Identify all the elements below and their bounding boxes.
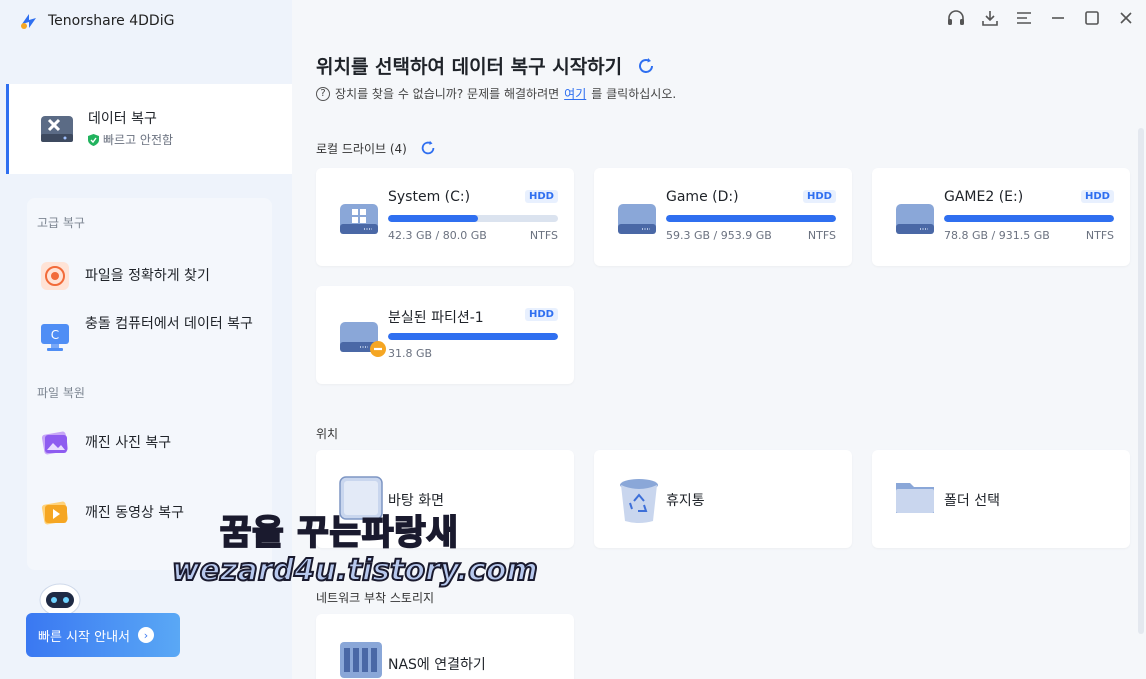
drive-filesystem: NTFS [529, 229, 558, 242]
refresh-icon[interactable] [419, 139, 437, 157]
drive-usage-bar [388, 215, 558, 222]
close-icon[interactable] [1116, 8, 1136, 28]
photo-repair-icon [41, 431, 69, 455]
shield-check-icon [88, 133, 99, 146]
nas-label: 네트워크 부착 스토리지 [316, 591, 435, 605]
drive-type-badge: HDD [1081, 190, 1114, 203]
sidebar-item-photo-repair[interactable]: 깨진 사진 복구 [27, 427, 272, 459]
drive-card-e[interactable]: GAME2 (E:) HDD 78.8 GB / 931.5 GB NTFS [872, 168, 1130, 266]
location-card-select-folder[interactable]: 폴더 선택 [872, 450, 1130, 548]
watermark-text: 꿈을 꾸는파랑새 [219, 512, 459, 554]
quick-start-button[interactable]: 빠른 시작 안내서 › [26, 613, 180, 657]
drive-card-lost-partition[interactable]: 분실된 파티션-1 HDD 31.8 GB [316, 286, 574, 384]
crashed-computer-icon: C [41, 324, 69, 351]
drive-usage-bar [944, 215, 1114, 222]
sidebar-item-data-recovery[interactable]: 데이터 복구 빠르고 안전함 [6, 84, 292, 174]
sidebar-item-crashed-pc[interactable]: C 충돌 컴퓨터에서 데이터 복구 [27, 313, 272, 359]
file-repair-label: 파일 복원 [37, 386, 85, 400]
app-title: Tenorshare 4DDiG [48, 13, 175, 29]
window-controls [946, 8, 1136, 28]
drive-type-badge: HDD [525, 190, 558, 203]
svg-text:C: C [51, 328, 59, 342]
drive-name: System (C:) [388, 189, 471, 205]
lost-partition-drive-icon [340, 322, 386, 357]
help-hint: ? 장치를 찾을 수 없습니까? 문제를 해결하려면 여기 를 클릭하십시오. [316, 85, 676, 102]
page-title: 위치를 선택하여 데이터 복구 시작하기 [316, 52, 656, 79]
menu-icon[interactable] [1014, 8, 1034, 28]
location-name: 휴지통 [666, 493, 705, 509]
app-brand: Tenorshare 4DDiG [18, 10, 174, 32]
watermark-url: wezard4u.tistory.com [171, 552, 539, 589]
drive-card-d[interactable]: Game (D:) HDD 59.3 GB / 953.9 GB NTFS [594, 168, 852, 266]
tools-drive-icon [41, 116, 73, 142]
drive-name: 분실된 파티션-1 [388, 310, 484, 326]
drive-usage-bar [388, 333, 558, 340]
local-drives-label: 로컬 드라이브 (4) [316, 139, 437, 157]
sidebar-item-precise-search[interactable]: 파일을 정확하게 찾기 [27, 260, 272, 292]
drive-icon [896, 204, 934, 234]
drive-filesystem: NTFS [1085, 229, 1114, 242]
video-repair-icon [41, 501, 69, 525]
windows-drive-icon [340, 204, 378, 234]
question-icon: ? [316, 86, 330, 101]
recycle-bin-icon [620, 479, 658, 523]
app-logo-icon [21, 14, 36, 29]
drive-type-badge: HDD [803, 190, 836, 203]
sidebar-item-label: 충돌 컴퓨터에서 데이터 복구 [85, 316, 253, 332]
refresh-icon[interactable] [636, 56, 656, 76]
target-icon [41, 262, 69, 290]
sidebar-item-label: 깨진 사진 복구 [85, 435, 172, 451]
maximize-icon[interactable] [1082, 8, 1102, 28]
location-card-recycle-bin[interactable]: 휴지통 [594, 450, 852, 548]
chevron-right-icon: › [138, 627, 154, 643]
location-name: 폴더 선택 [944, 493, 1000, 509]
folder-icon [896, 483, 934, 513]
nas-card-connect[interactable]: NAS에 연결하기 [316, 614, 574, 679]
scrollbar[interactable] [1138, 128, 1144, 634]
nas-server-icon [340, 642, 382, 678]
drive-usage-text: 42.3 GB / 80.0 GB [388, 229, 487, 242]
drive-type-badge: HDD [525, 308, 558, 321]
help-link[interactable]: 여기 [564, 85, 586, 102]
drive-name: GAME2 (E:) [944, 189, 1024, 205]
location-label: 위치 [316, 427, 339, 441]
drive-filesystem: NTFS [807, 229, 836, 242]
drive-icon [618, 204, 656, 234]
drive-usage-text: 59.3 GB / 953.9 GB [666, 229, 772, 242]
sidebar-item-label: 파일을 정확하게 찾기 [85, 268, 210, 284]
download-icon[interactable] [980, 8, 1000, 28]
headset-support-icon[interactable] [946, 8, 966, 28]
location-name: NAS에 연결하기 [388, 657, 486, 673]
drive-name: Game (D:) [666, 189, 739, 205]
drive-usage-bar [666, 215, 836, 222]
minimize-icon[interactable] [1048, 8, 1068, 28]
drive-usage-text: 31.8 GB [388, 347, 433, 360]
advanced-recovery-label: 고급 복구 [37, 216, 85, 230]
drive-usage-text: 78.8 GB / 931.5 GB [944, 229, 1050, 242]
sidebar-item-subtitle: 빠르고 안전함 [88, 131, 173, 148]
sidebar-item-title: 데이터 복구 [88, 111, 157, 127]
drive-card-c[interactable]: System (C:) HDD 42.3 GB / 80.0 GB NTFS [316, 168, 574, 266]
